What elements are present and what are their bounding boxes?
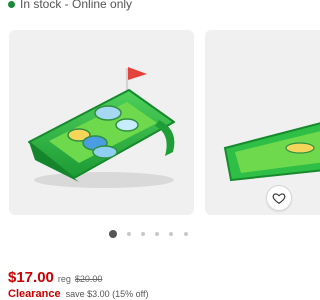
heart-icon	[272, 193, 286, 204]
product-image-carousel[interactable]	[0, 0, 320, 225]
carousel-dot-1[interactable]	[109, 230, 117, 238]
product-image-card-next[interactable]	[205, 30, 320, 215]
current-price: $17.00	[8, 269, 54, 286]
product-image-card[interactable]	[9, 30, 194, 215]
carousel-dot-6[interactable]	[184, 232, 188, 236]
regular-price-label: reg	[57, 274, 71, 284]
carousel-dot-2[interactable]	[127, 232, 131, 236]
golf-float-image-alt	[223, 122, 320, 182]
price-block: $17.00 reg $20.00	[8, 269, 102, 286]
carousel-pagination	[0, 229, 300, 239]
carousel-dot-5[interactable]	[169, 232, 173, 236]
golf-float-image	[28, 67, 175, 188]
clearance-block: Clearance save $3.00 (15% off)	[8, 288, 148, 300]
regular-price: $20.00	[74, 274, 103, 284]
clearance-label: Clearance	[8, 288, 61, 300]
wishlist-button[interactable]	[266, 185, 292, 211]
carousel-dot-3[interactable]	[141, 232, 145, 236]
savings-text: save $3.00 (15% off)	[65, 289, 149, 299]
carousel-dot-4[interactable]	[155, 232, 159, 236]
